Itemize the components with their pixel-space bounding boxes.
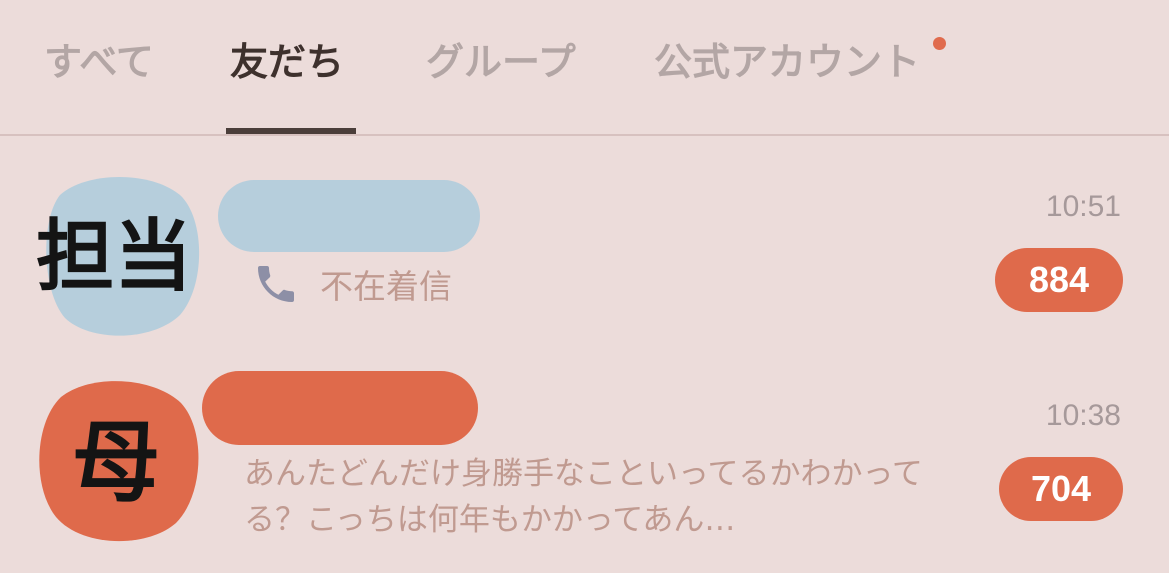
tab-bar: すべて 友だち グループ 公式アカウント (0, 0, 1169, 136)
chat-row[interactable]: 担当 不在着信 10:51 884 (0, 160, 1169, 340)
message-preview-text: 不在着信 (320, 267, 452, 306)
unread-count-badge: 704 (999, 457, 1123, 521)
contact-name-redacted (202, 371, 478, 445)
divider (0, 134, 1169, 136)
message-preview-text: あんたどんだけ身勝手なこといってるかわかってる？こっちは何年もかかってあん… (244, 456, 923, 538)
chat-row[interactable]: 母 あんたどんだけ身勝手なこといってるかわかってる？こっちは何年もかかってあん…… (0, 365, 1169, 573)
tab-all[interactable]: すべて (44, 36, 154, 88)
timestamp: 10:38 (1045, 399, 1121, 432)
avatar[interactable]: 担当 (36, 170, 202, 340)
tab-groups[interactable]: グループ (426, 36, 576, 88)
avatar-label: 母 (72, 411, 161, 514)
avatar[interactable]: 母 (36, 375, 204, 545)
message-preview: 不在着信 (252, 260, 452, 308)
tab-friends[interactable]: 友だち (230, 36, 344, 88)
phone-icon (258, 266, 294, 302)
notification-dot (933, 37, 946, 50)
contact-name-redacted (218, 180, 480, 252)
timestamp: 10:51 (1045, 190, 1121, 223)
unread-count-badge: 884 (995, 248, 1123, 312)
avatar-label: 担当 (36, 212, 193, 302)
tab-official-accounts[interactable]: 公式アカウント (654, 36, 920, 88)
